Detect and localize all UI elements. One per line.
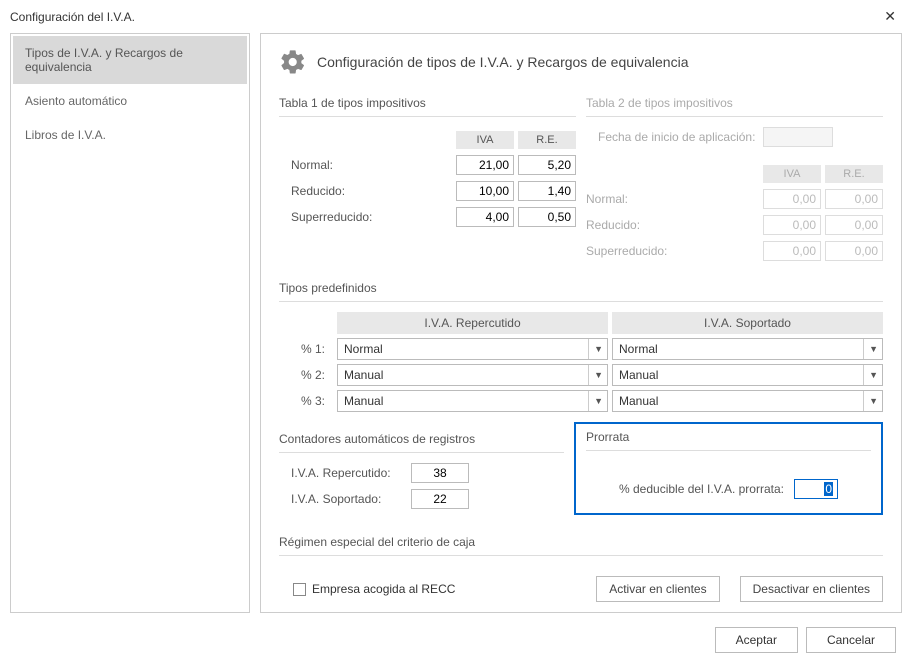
prorrata-input[interactable]: 0	[794, 479, 838, 499]
table1-reducido-re-input[interactable]	[518, 181, 576, 201]
table1-title: Tabla 1 de tipos impositivos	[279, 90, 576, 117]
chevron-down-icon: ▼	[863, 339, 878, 359]
predef-row2-sop-select[interactable]: Manual▼	[612, 364, 883, 386]
deactivate-clients-button[interactable]: Desactivar en clientes	[740, 576, 883, 602]
table2-date-label: Fecha de inicio de aplicación:	[598, 130, 755, 144]
predef-row1-rep-select[interactable]: Normal▼	[337, 338, 608, 360]
predef-row1-label: % 1:	[279, 342, 333, 356]
sidebar-item-asiento[interactable]: Asiento automático	[13, 84, 247, 118]
table1-normal-label: Normal:	[291, 158, 452, 172]
chevron-down-icon: ▼	[863, 391, 878, 411]
activate-clients-button[interactable]: Activar en clientes	[596, 576, 719, 602]
counters-title: Contadores automáticos de registros	[279, 426, 564, 453]
table1-super-iva-input[interactable]	[456, 207, 514, 227]
predef-row2-label: % 2:	[279, 368, 333, 382]
table2-reducido-label: Reducido:	[586, 218, 759, 232]
table2-normal-label: Normal:	[586, 192, 759, 206]
chevron-down-icon: ▼	[588, 365, 603, 385]
page-title: Configuración de tipos de I.V.A. y Recar…	[317, 54, 689, 70]
sidebar-item-libros[interactable]: Libros de I.V.A.	[13, 118, 247, 152]
predef-row1-sop-select[interactable]: Normal▼	[612, 338, 883, 360]
table2-normal-re-input	[825, 189, 883, 209]
chevron-down-icon: ▼	[588, 391, 603, 411]
predef-row3-rep-select[interactable]: Manual▼	[337, 390, 608, 412]
table1-reducido-iva-input[interactable]	[456, 181, 514, 201]
table2-reducido-iva-input	[763, 215, 821, 235]
table2-hdr-re: R.E.	[825, 165, 883, 183]
gear-icon	[279, 48, 307, 76]
prorrata-title: Prorrata	[586, 424, 871, 451]
table1-super-label: Superreducido:	[291, 210, 452, 224]
recc-checkbox-label: Empresa acogida al RECC	[312, 582, 455, 596]
table2-hdr-iva: IVA	[763, 165, 821, 183]
predef-row3-label: % 3:	[279, 394, 333, 408]
close-button[interactable]: ✕	[878, 6, 902, 27]
table1-hdr-iva: IVA	[456, 131, 514, 149]
table2-date-input	[763, 127, 833, 147]
table1-super-re-input[interactable]	[518, 207, 576, 227]
counter-sop-input[interactable]	[411, 489, 469, 509]
sidebar: Tipos de I.V.A. y Recargos de equivalenc…	[10, 33, 250, 613]
window-title: Configuración del I.V.A.	[10, 10, 135, 24]
prorrata-label: % deducible del I.V.A. prorrata:	[619, 482, 784, 496]
table2-super-label: Superreducido:	[586, 244, 759, 258]
content-panel: Configuración de tipos de I.V.A. y Recar…	[260, 33, 902, 613]
table1-normal-iva-input[interactable]	[456, 155, 514, 175]
sidebar-item-tipos-iva[interactable]: Tipos de I.V.A. y Recargos de equivalenc…	[13, 36, 247, 84]
table1-normal-re-input[interactable]	[518, 155, 576, 175]
table1-hdr-re: R.E.	[518, 131, 576, 149]
predef-hdr-soportado: I.V.A. Soportado	[612, 312, 883, 334]
counter-rep-input[interactable]	[411, 463, 469, 483]
predef-row2-rep-select[interactable]: Manual▼	[337, 364, 608, 386]
table2-super-re-input	[825, 241, 883, 261]
table2-reducido-re-input	[825, 215, 883, 235]
predef-row3-sop-select[interactable]: Manual▼	[612, 390, 883, 412]
chevron-down-icon: ▼	[863, 365, 878, 385]
table2-title: Tabla 2 de tipos impositivos	[586, 90, 883, 117]
chevron-down-icon: ▼	[588, 339, 603, 359]
counter-rep-label: I.V.A. Repercutido:	[291, 466, 411, 480]
recc-title: Régimen especial del criterio de caja	[279, 529, 883, 556]
table1-reducido-label: Reducido:	[291, 184, 452, 198]
counter-sop-label: I.V.A. Soportado:	[291, 492, 411, 506]
table2-super-iva-input	[763, 241, 821, 261]
accept-button[interactable]: Aceptar	[715, 627, 798, 653]
predef-hdr-repercutido: I.V.A. Repercutido	[337, 312, 608, 334]
recc-checkbox[interactable]	[293, 583, 306, 596]
table2-normal-iva-input	[763, 189, 821, 209]
predef-title: Tipos predefinidos	[279, 275, 883, 302]
cancel-button[interactable]: Cancelar	[806, 627, 896, 653]
